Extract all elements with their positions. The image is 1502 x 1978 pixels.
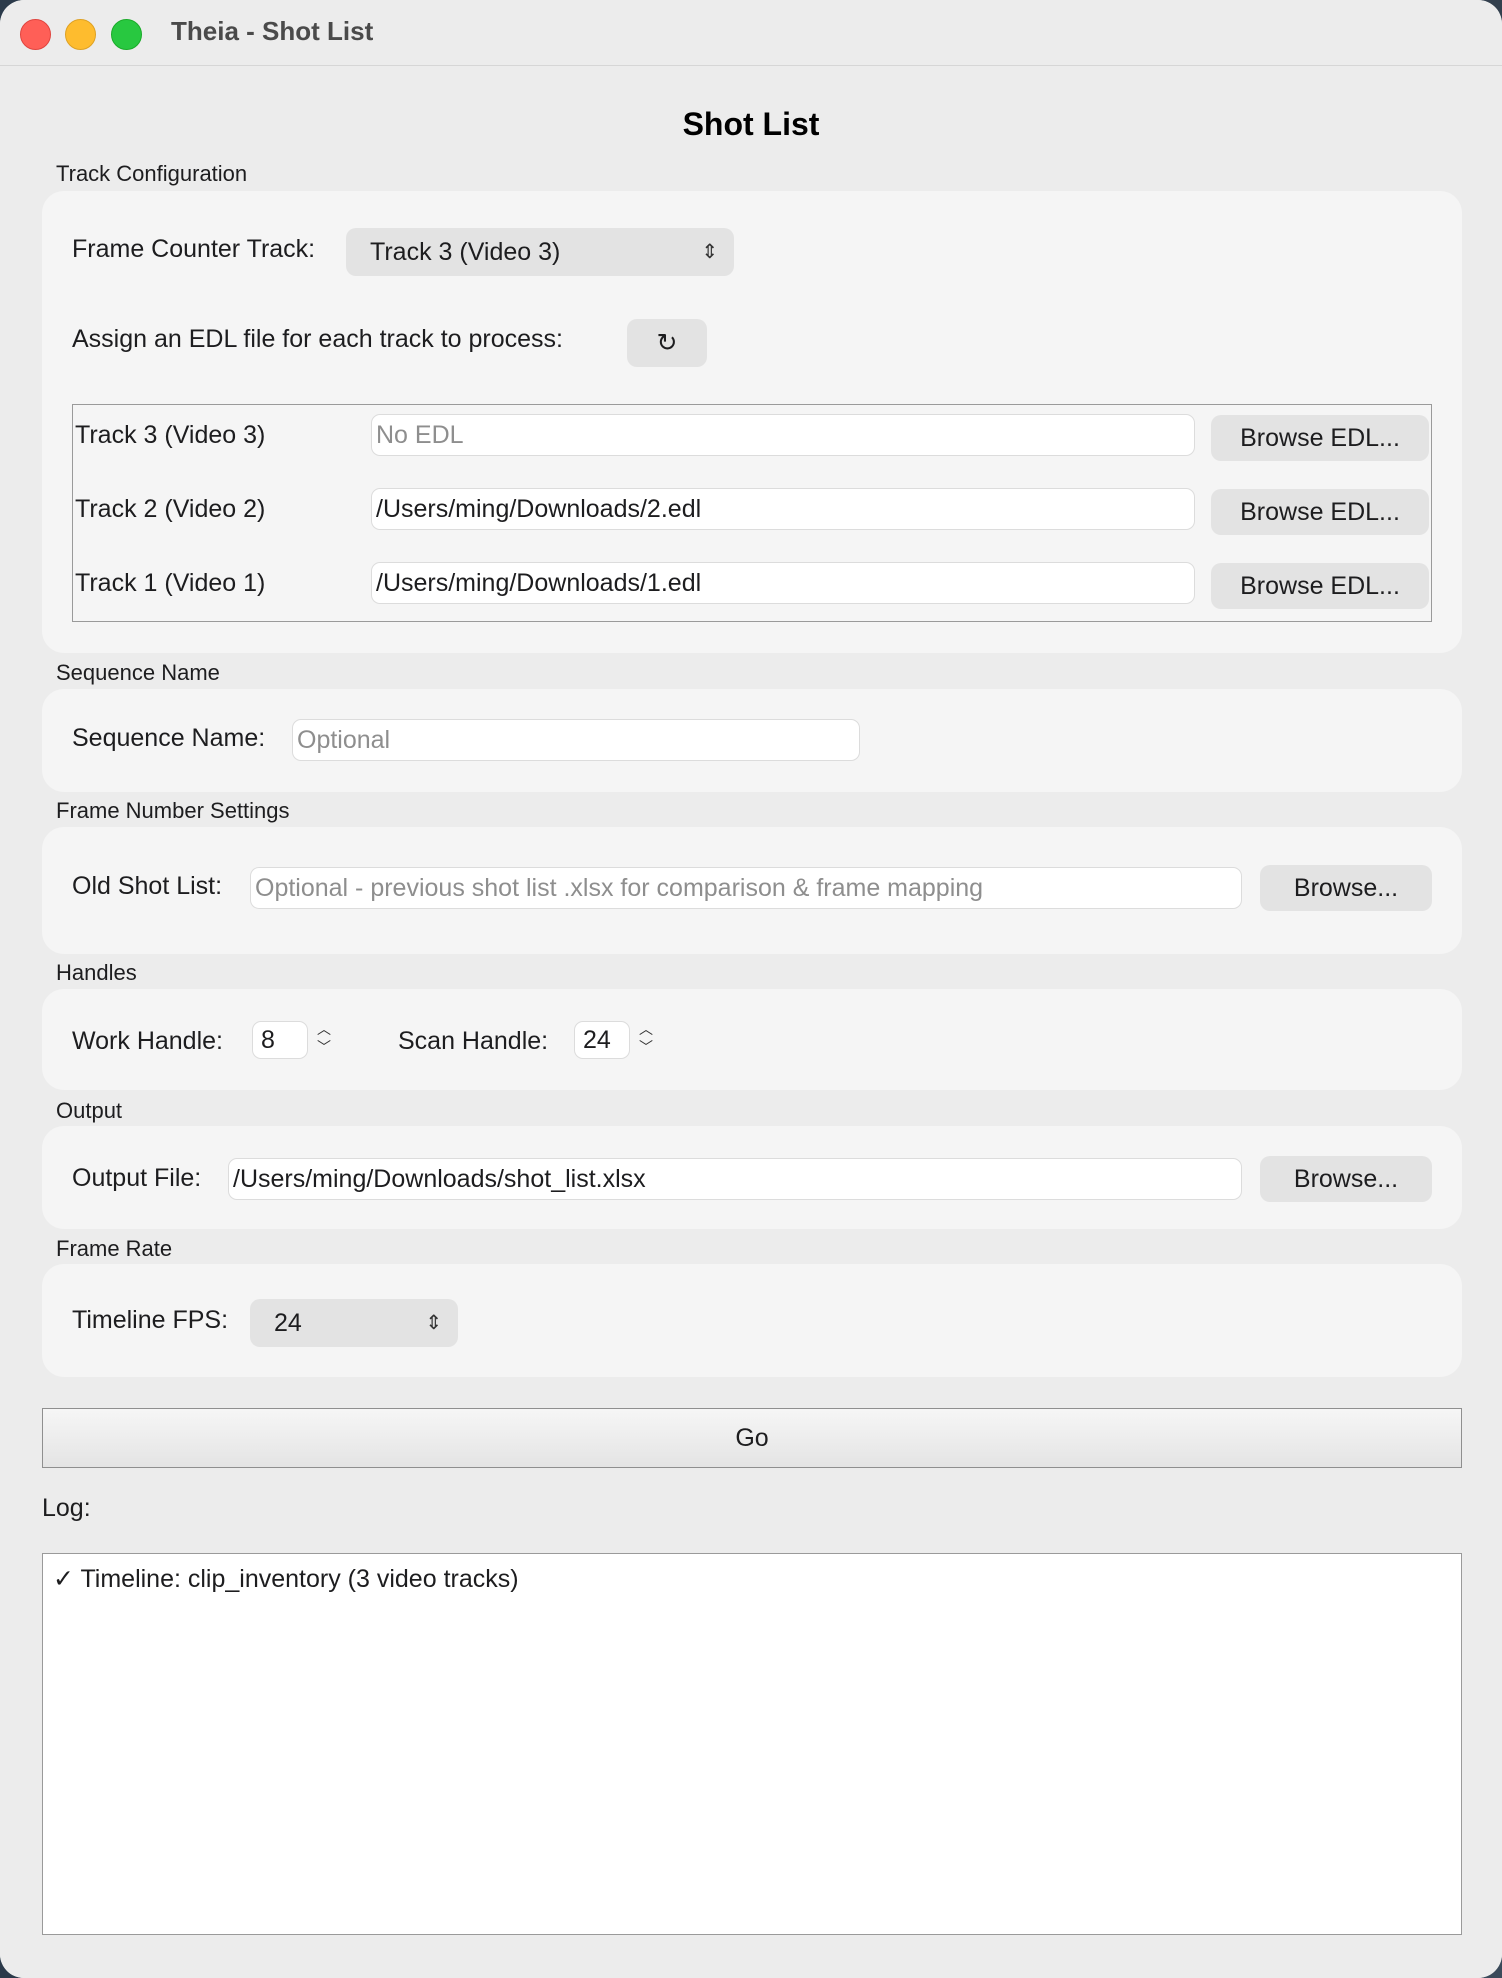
frame-rate-section-label: Frame Rate [56,1236,173,1261]
work-handle-label: Work Handle: [72,1027,223,1055]
sequence-section-label: Sequence Name [56,660,220,685]
track-config-section-label: Track Configuration [56,161,248,186]
app-window: Theia - Shot List Shot List Track Config… [0,0,1502,1978]
updown-chevron-icon: ⇕ [425,1312,442,1334]
sequence-name-input[interactable]: Optional [292,719,860,761]
browse-edl-button-track2[interactable]: Browse EDL... [1211,489,1429,535]
log-output[interactable]: ✓ Timeline: clip_inventory (3 video trac… [42,1553,1462,1935]
handles-section-label: Handles [56,960,137,985]
browse-edl-button-track1[interactable]: Browse EDL... [1211,563,1429,609]
output-file-input[interactable]: /Users/ming/Downloads/shot_list.xlsx [228,1158,1242,1200]
chevron-up-icon[interactable]: ︿ [312,1020,336,1038]
chevron-down-icon[interactable]: ﹀ [312,1038,336,1056]
work-handle-input[interactable]: 8 [252,1021,308,1059]
track-edl-table: Track 3 (Video 3) No EDL Browse EDL... T… [72,404,1432,622]
go-button[interactable]: Go [42,1408,1462,1468]
main-content: Shot List Track Configuration Frame Coun… [0,66,1502,1978]
assign-edl-label: Assign an EDL file for each track to pro… [72,325,563,353]
scan-handle-stepper[interactable]: ︿ ﹀ [634,1020,658,1060]
frame-number-group: Old Shot List: Optional - previous shot … [42,827,1462,954]
page-title: Shot List [682,106,820,142]
refresh-button[interactable]: ↻ [627,319,707,367]
close-button[interactable] [20,19,51,50]
frame-number-section-label: Frame Number Settings [56,798,290,823]
minimize-button[interactable] [65,19,96,50]
zoom-button[interactable] [111,19,142,50]
track-row-label: Track 2 (Video 2) [75,495,266,523]
old-shot-list-browse-button[interactable]: Browse... [1260,865,1432,911]
frame-counter-label: Frame Counter Track: [72,235,316,263]
timeline-fps-label: Timeline FPS: [72,1306,229,1334]
chevron-down-icon[interactable]: ﹀ [634,1038,658,1056]
sequence-group: Sequence Name: Optional [42,689,1462,792]
frame-counter-value: Track 3 (Video 3) [370,238,561,266]
updown-chevron-icon: ⇕ [701,241,718,263]
old-shot-list-input[interactable]: Optional - previous shot list .xlsx for … [250,867,1242,909]
browse-edl-button-track3[interactable]: Browse EDL... [1211,415,1429,461]
handles-group: Work Handle: 8 ︿ ﹀ Scan Handle: 24 ︿ ﹀ [42,989,1462,1090]
edl-path-input-track3[interactable]: No EDL [371,414,1195,456]
chevron-up-icon[interactable]: ︿ [634,1020,658,1038]
scan-handle-label: Scan Handle: [398,1027,549,1055]
title-bar: Theia - Shot List [0,0,1502,66]
log-label: Log: [42,1494,91,1522]
output-section-label: Output [56,1098,123,1123]
output-browse-button[interactable]: Browse... [1260,1156,1432,1202]
frame-rate-group: Timeline FPS: 24 ⇕ [42,1264,1462,1377]
output-file-label: Output File: [72,1164,202,1192]
work-handle-stepper[interactable]: ︿ ﹀ [312,1020,336,1060]
edl-path-input-track2[interactable]: /Users/ming/Downloads/2.edl [371,488,1195,530]
old-shot-list-label: Old Shot List: [72,872,223,900]
log-line: ✓ Timeline: clip_inventory (3 video trac… [53,1565,519,1593]
output-group: Output File: /Users/ming/Downloads/shot_… [42,1126,1462,1229]
track-row-label: Track 3 (Video 3) [75,421,266,449]
window-title: Theia - Shot List [171,16,374,46]
timeline-fps-value: 24 [274,1309,302,1337]
edl-path-input-track1[interactable]: /Users/ming/Downloads/1.edl [371,562,1195,604]
sequence-name-label: Sequence Name: [72,724,266,752]
timeline-fps-select[interactable]: 24 ⇕ [250,1299,458,1347]
scan-handle-input[interactable]: 24 [574,1021,630,1059]
track-row-label: Track 1 (Video 1) [75,569,266,597]
frame-counter-select[interactable]: Track 3 (Video 3) ⇕ [346,228,734,276]
refresh-icon: ↻ [656,329,678,357]
track-config-group: Frame Counter Track: Track 3 (Video 3) ⇕… [42,191,1462,653]
